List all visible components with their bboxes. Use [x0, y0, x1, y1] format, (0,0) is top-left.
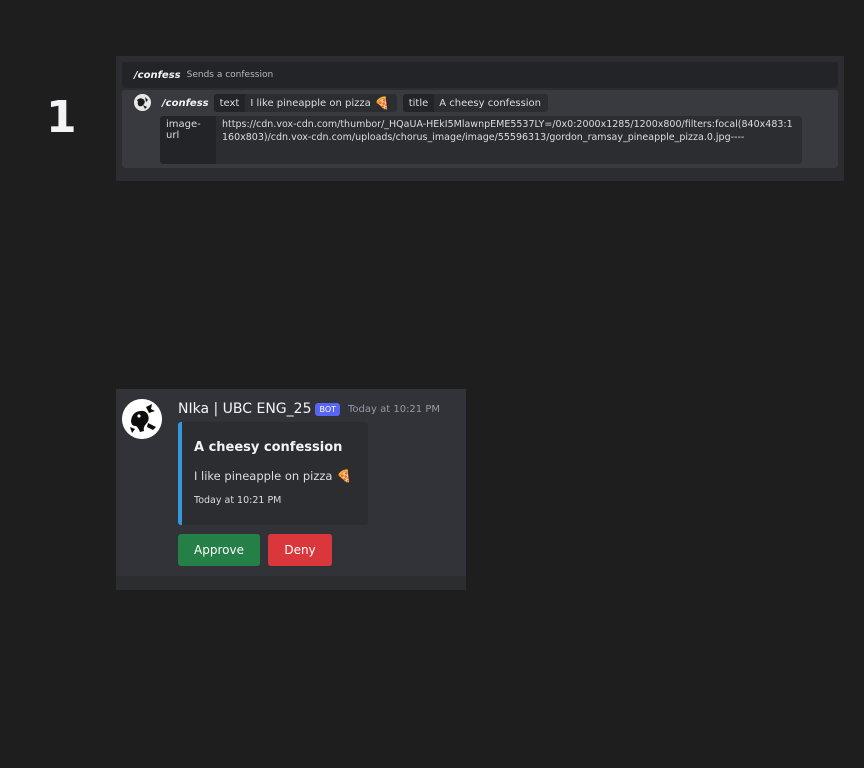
embed-description: I like pineapple on pizza 🍕	[194, 469, 351, 483]
slash-command-panel: /confess Sends a confession /confess tex…	[116, 56, 844, 181]
command-name: /confess	[162, 97, 209, 109]
option-text-value[interactable]: I like pineapple on pizza 🍕	[245, 94, 397, 112]
bot-message: NIka | UBC ENG_25 BOT Today at 10:21 PM …	[116, 389, 466, 590]
command-suggestion-description: Sends a confession	[186, 70, 274, 80]
step-number: 1	[46, 92, 77, 143]
embed-description-text: I like pineapple on pizza	[194, 469, 333, 483]
option-image-url-key: image-url	[160, 116, 216, 164]
pizza-icon: 🍕	[374, 96, 390, 110]
embed-footer-timestamp: Today at 10:21 PM	[194, 495, 282, 506]
approve-button[interactable]: Approve	[178, 534, 260, 566]
app-icon	[134, 94, 151, 111]
message-header: NIka | UBC ENG_25 BOT Today at 10:21 PM	[178, 399, 440, 419]
pizza-icon: 🍕	[336, 469, 352, 483]
embed-title: A cheesy confession	[194, 440, 343, 455]
confession-embed: A cheesy confession I like pineapple on …	[178, 422, 368, 525]
command-suggestion-name: /confess	[134, 69, 181, 81]
avatar[interactable]	[122, 399, 162, 439]
option-text-key: text	[213, 94, 246, 112]
option-title-key: title	[402, 94, 435, 112]
option-image-url-value[interactable]: https://cdn.vox-cdn.com/thumbor/_HQaUA-H…	[216, 116, 802, 164]
command-suggestion[interactable]: /confess Sends a confession	[122, 62, 838, 88]
deny-button[interactable]: Deny	[268, 534, 332, 566]
option-image-url[interactable]: image-url https://cdn.vox-cdn.com/thumbo…	[160, 116, 802, 164]
option-title[interactable]: title A cheesy confession	[402, 94, 549, 112]
username[interactable]: NIka | UBC ENG_25	[178, 401, 311, 417]
message-timestamp: Today at 10:21 PM	[348, 403, 440, 415]
bot-badge: BOT	[315, 402, 341, 416]
option-text[interactable]: text I like pineapple on pizza 🍕	[213, 94, 397, 112]
option-title-value[interactable]: A cheesy confession	[434, 94, 549, 112]
divider	[116, 576, 466, 590]
option-text-value-label: I like pineapple on pizza	[250, 97, 371, 109]
command-input[interactable]: /confess text I like pineapple on pizza …	[122, 90, 838, 168]
